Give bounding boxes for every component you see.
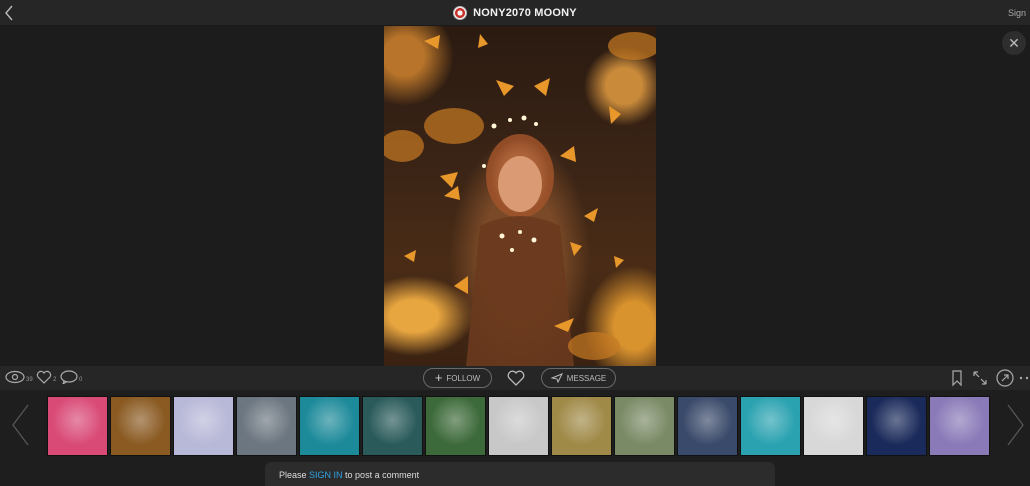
- heart-outline-icon[interactable]: [36, 370, 52, 384]
- thumbnail-item[interactable]: [425, 396, 486, 456]
- message-label: MESSAGE: [566, 373, 607, 383]
- header-title-group: NONY2070 MOONY: [0, 0, 1030, 26]
- thumbnail-item[interactable]: [614, 396, 675, 456]
- thumbnail-item[interactable]: [677, 396, 738, 456]
- eye-icon: [5, 370, 25, 384]
- photo-stage: ✕: [0, 26, 1030, 366]
- views-stat: 39: [5, 370, 33, 384]
- comment-prefix: Please: [279, 470, 310, 480]
- thumbnail-item[interactable]: [362, 396, 423, 456]
- thumbnail-list: [47, 396, 990, 456]
- thumbnail-item[interactable]: [299, 396, 360, 456]
- comments-count: 0: [79, 377, 83, 383]
- viewer-tools: [948, 369, 1030, 387]
- follow-button[interactable]: + FOLLOW: [423, 368, 492, 388]
- comments-stat: 0: [60, 370, 82, 384]
- likes-count: 2: [53, 377, 57, 383]
- sign-in-comment-link[interactable]: SIGN IN: [309, 470, 343, 480]
- thumbnail-item[interactable]: [551, 396, 612, 456]
- close-icon: ✕: [1008, 34, 1020, 51]
- message-button[interactable]: MESSAGE: [541, 368, 616, 388]
- page-title[interactable]: NONY2070 MOONY: [473, 7, 577, 19]
- comment-area: Please SIGN IN to post a comment: [0, 462, 1030, 486]
- more-icon[interactable]: [1018, 369, 1030, 387]
- photo-illustration: [384, 32, 656, 366]
- thumbnail-item[interactable]: [488, 396, 549, 456]
- thumbnail-item[interactable]: [47, 396, 108, 456]
- thumbnail-item[interactable]: [236, 396, 297, 456]
- action-bar: 39 2 0 + FOLLOW MESSAGE: [0, 366, 1030, 390]
- thumbnail-item[interactable]: [110, 396, 171, 456]
- thumbnail-strip: [0, 390, 1030, 462]
- thumbnail-item[interactable]: [740, 396, 801, 456]
- thumbnail-item[interactable]: [173, 396, 234, 456]
- likes-stat: 2: [36, 370, 56, 384]
- close-button[interactable]: ✕: [1002, 31, 1026, 55]
- prev-arrow-icon[interactable]: [10, 402, 32, 448]
- share-arrow-icon[interactable]: [996, 369, 1014, 387]
- expand-icon[interactable]: [971, 369, 989, 387]
- top-bar: NONY2070 MOONY Sign: [0, 0, 1030, 26]
- thumbnail-item[interactable]: [929, 396, 990, 456]
- bookmark-icon[interactable]: [948, 369, 966, 387]
- like-heart-icon[interactable]: [507, 369, 525, 387]
- comment-suffix: to post a comment: [342, 470, 420, 480]
- comment-prompt: Please SIGN IN to post a comment: [265, 462, 775, 486]
- views-count: 39: [26, 377, 33, 383]
- plus-icon: +: [434, 370, 443, 385]
- send-icon: [550, 373, 563, 383]
- follow-label: FOLLOW: [446, 373, 481, 383]
- comment-bubble-icon[interactable]: [60, 370, 78, 384]
- thumbnail-item[interactable]: [866, 396, 927, 456]
- main-photo: [384, 26, 656, 366]
- sign-in-link[interactable]: Sign: [1008, 8, 1026, 18]
- badge-avatar-icon[interactable]: [453, 6, 468, 20]
- next-arrow-icon[interactable]: [1004, 402, 1026, 448]
- thumbnail-item[interactable]: [803, 396, 864, 456]
